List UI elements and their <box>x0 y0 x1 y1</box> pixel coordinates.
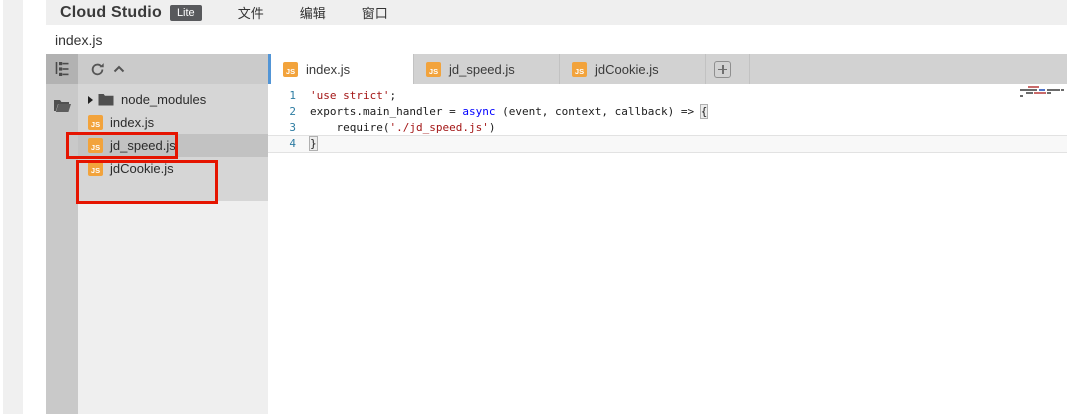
add-tab-icon[interactable] <box>714 61 731 78</box>
file-explorer: node_modules JS index.js JS jd_speed.js JS jdC… <box>78 54 268 414</box>
minimap[interactable] <box>1020 86 1064 104</box>
js-file-icon: JS <box>283 62 298 77</box>
js-file-icon: JS <box>426 62 441 77</box>
tree-item-jdcookie-js[interactable]: JS jdCookie.js <box>78 157 268 180</box>
app-frame: Cloud Studio Lite 文件 编辑 窗口 index.js <box>46 0 1067 414</box>
file-tree: node_modules JS index.js JS jd_speed.js JS jdC… <box>78 84 268 201</box>
tab-label: index.js <box>306 62 350 77</box>
app-logo: Cloud Studio <box>60 4 162 22</box>
menubar-item[interactable]: 编辑 <box>300 3 326 22</box>
cloud-studio-window: Cloud Studio Lite 文件 编辑 窗口 index.js <box>0 0 1067 414</box>
tab-label: jdCookie.js <box>595 62 659 77</box>
js-file-icon: JS <box>88 161 103 176</box>
tab-bar: JS index.js JS jd_speed.js JS jdCookie.js <box>268 54 1067 84</box>
js-file-icon: JS <box>572 62 587 77</box>
tab-jd-speed-js[interactable]: JS jd_speed.js <box>414 54 560 84</box>
code-line-2[interactable]: 2 exports.main_handler = async (event, co… <box>268 104 1067 120</box>
tree-item-label: node_modules <box>121 92 206 107</box>
tree-item-index-js[interactable]: JS index.js <box>78 111 268 134</box>
expand-arrow-icon[interactable] <box>88 96 93 104</box>
open-folder-icon[interactable] <box>46 90 78 120</box>
menubar-item[interactable]: 文件 <box>238 3 264 22</box>
code-editor[interactable]: 1 'use strict'; 2 exports.main_handler = as… <box>268 84 1067 414</box>
code-line-text: 'use strict'; <box>310 88 396 104</box>
tree-item-jd-speed-js[interactable]: JS jd_speed.js <box>78 134 268 157</box>
code-line-3[interactable]: 3 require('./jd_speed.js') <box>268 120 1067 136</box>
tree-item-label: jdCookie.js <box>110 161 174 176</box>
line-number: 3 <box>268 120 298 136</box>
js-file-icon: JS <box>88 115 103 130</box>
menu-bar: Cloud Studio Lite 文件 编辑 窗口 <box>46 0 1067 25</box>
line-number: 2 <box>268 104 298 120</box>
code-line-text: } <box>310 136 317 152</box>
line-number: 1 <box>268 88 298 104</box>
breadcrumb: index.js <box>46 25 1067 54</box>
explorer-toolbar <box>78 54 268 84</box>
code-line-1[interactable]: 1 'use strict'; <box>268 88 1067 104</box>
js-file-icon: JS <box>88 138 103 153</box>
menubar-item[interactable]: 窗口 <box>362 3 388 22</box>
refresh-icon[interactable] <box>86 58 108 80</box>
outline-icon[interactable] <box>46 54 78 84</box>
main-area: node_modules JS index.js JS jd_speed.js JS jdC… <box>46 54 1067 414</box>
collapse-icon[interactable] <box>108 58 130 80</box>
editor-column: JS index.js JS jd_speed.js JS jdCookie.js 1 'u… <box>268 54 1067 414</box>
explorer-empty-area <box>78 201 268 414</box>
code-line-text: exports.main_handler = async (event, con… <box>310 104 707 120</box>
code-line-text: require('./jd_speed.js') <box>310 120 495 136</box>
line-number: 4 <box>268 136 298 152</box>
tab-label: jd_speed.js <box>449 62 515 77</box>
tree-item-label: jd_speed.js <box>110 138 176 153</box>
tab-jdcookie-js[interactable]: JS jdCookie.js <box>560 54 706 84</box>
new-tab-cell <box>706 54 750 84</box>
menu-items: 文件 编辑 窗口 <box>202 3 388 22</box>
activity-bar <box>46 54 78 414</box>
breadcrumb-file[interactable]: index.js <box>55 32 102 48</box>
folder-icon <box>98 93 114 106</box>
tree-item-node-modules[interactable]: node_modules <box>78 88 268 111</box>
left-gutter-strip <box>3 0 23 414</box>
tree-item-label: index.js <box>110 115 154 130</box>
lite-badge: Lite <box>170 5 202 21</box>
code-line-4[interactable]: 4} <box>268 136 1067 152</box>
tab-index-js[interactable]: JS index.js <box>271 54 414 84</box>
